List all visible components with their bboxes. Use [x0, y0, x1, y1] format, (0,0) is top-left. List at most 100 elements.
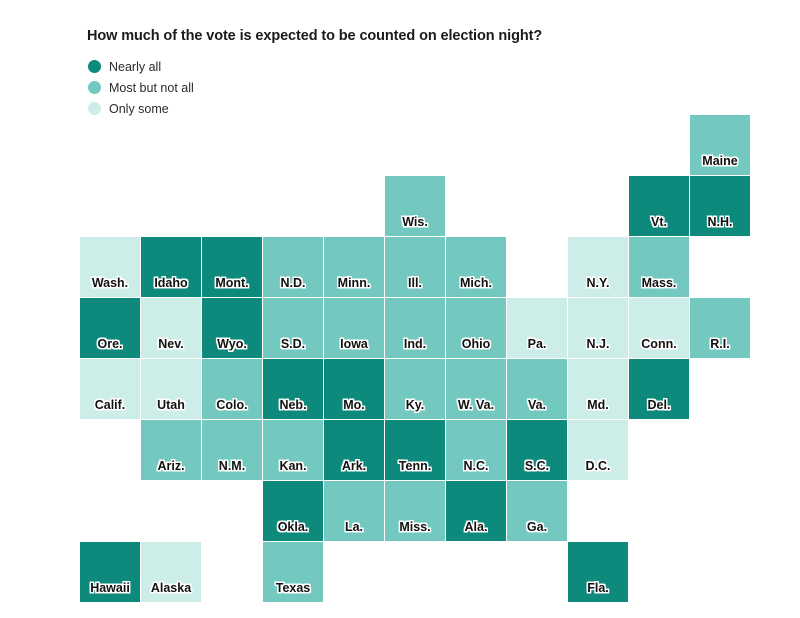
state-label: Idaho — [154, 276, 188, 290]
state-label: Calif. — [94, 398, 126, 412]
state-cell-minn[interactable]: Minn. — [324, 237, 384, 297]
state-label: Del. — [647, 398, 671, 412]
state-cell-n-y[interactable]: N.Y. — [568, 237, 628, 297]
state-label: Kan. — [279, 459, 307, 473]
state-cell-n-c[interactable]: N.C. — [446, 420, 506, 480]
state-cell-s-d[interactable]: S.D. — [263, 298, 323, 358]
state-cell-kan[interactable]: Kan. — [263, 420, 323, 480]
state-cell-d-c[interactable]: D.C. — [568, 420, 628, 480]
state-grid: Maine Wis. Vt. N.H. Wash. Idaho Mont. N.D. Minn.… — [0, 0, 800, 618]
state-label: Tenn. — [398, 459, 432, 473]
state-cell-ariz[interactable]: Ariz. — [141, 420, 201, 480]
state-cell-wis[interactable]: Wis. — [385, 176, 445, 236]
state-cell-conn[interactable]: Conn. — [629, 298, 689, 358]
state-cell-ind[interactable]: Ind. — [385, 298, 445, 358]
state-label: Ind. — [403, 337, 427, 351]
state-label: Iowa — [340, 337, 368, 351]
state-cell-mich[interactable]: Mich. — [446, 237, 506, 297]
state-cell-alaska[interactable]: Alaska — [141, 542, 201, 602]
state-cell-okla[interactable]: Okla. — [263, 481, 323, 541]
state-cell-del[interactable]: Del. — [629, 359, 689, 419]
state-cell-n-h[interactable]: N.H. — [690, 176, 750, 236]
state-label: Ariz. — [157, 459, 185, 473]
state-label: R.I. — [710, 337, 730, 351]
state-cell-nev[interactable]: Nev. — [141, 298, 201, 358]
state-cell-wash[interactable]: Wash. — [80, 237, 140, 297]
state-cell-ohio[interactable]: Ohio — [446, 298, 506, 358]
state-label: N.H. — [707, 215, 733, 229]
state-cell-n-j[interactable]: N.J. — [568, 298, 628, 358]
state-cell-tenn[interactable]: Tenn. — [385, 420, 445, 480]
state-label: La. — [344, 520, 364, 534]
state-label: N.C. — [463, 459, 489, 473]
state-label: Neb. — [279, 398, 307, 412]
state-label: Wis. — [402, 215, 428, 229]
state-label: Utah — [157, 398, 185, 412]
state-cell-s-c[interactable]: S.C. — [507, 420, 567, 480]
state-cell-w-va[interactable]: W. Va. — [446, 359, 506, 419]
state-cell-mass[interactable]: Mass. — [629, 237, 689, 297]
state-label: W. Va. — [457, 398, 495, 412]
state-label: Nev. — [158, 337, 184, 351]
state-cell-mont[interactable]: Mont. — [202, 237, 262, 297]
state-label: Ky. — [405, 398, 425, 412]
state-label: Ga. — [526, 520, 548, 534]
state-label: Fla. — [587, 581, 609, 595]
state-cell-utah[interactable]: Utah — [141, 359, 201, 419]
state-label: Mich. — [460, 276, 492, 290]
state-label: Va. — [527, 398, 547, 412]
state-label: Miss. — [399, 520, 431, 534]
state-label: Ark. — [341, 459, 367, 473]
state-label: Alaska — [150, 581, 192, 595]
state-cell-iowa[interactable]: Iowa — [324, 298, 384, 358]
state-cell-ark[interactable]: Ark. — [324, 420, 384, 480]
state-cell-va[interactable]: Va. — [507, 359, 567, 419]
state-cell-wyo[interactable]: Wyo. — [202, 298, 262, 358]
state-cell-n-m[interactable]: N.M. — [202, 420, 262, 480]
state-cell-ky[interactable]: Ky. — [385, 359, 445, 419]
state-label: Colo. — [216, 398, 248, 412]
state-label: Conn. — [641, 337, 677, 351]
state-cell-ore[interactable]: Ore. — [80, 298, 140, 358]
state-label: Md. — [587, 398, 609, 412]
state-cell-n-d[interactable]: N.D. — [263, 237, 323, 297]
state-label: Minn. — [337, 276, 371, 290]
state-label: Mo. — [343, 398, 365, 412]
state-cell-hawaii[interactable]: Hawaii — [80, 542, 140, 602]
state-label: Vt. — [651, 215, 667, 229]
state-label: Mont. — [215, 276, 249, 290]
state-label: Wash. — [91, 276, 129, 290]
state-cell-pa[interactable]: Pa. — [507, 298, 567, 358]
state-cell-calif[interactable]: Calif. — [80, 359, 140, 419]
state-label: D.C. — [585, 459, 611, 473]
state-cell-ala[interactable]: Ala. — [446, 481, 506, 541]
state-label: N.M. — [218, 459, 246, 473]
state-cell-mo[interactable]: Mo. — [324, 359, 384, 419]
state-label: N.D. — [280, 276, 306, 290]
state-cell-la[interactable]: La. — [324, 481, 384, 541]
state-cell-r-i[interactable]: R.I. — [690, 298, 750, 358]
state-label: Ala. — [464, 520, 488, 534]
state-label: Ill. — [408, 276, 422, 290]
state-cell-ill[interactable]: Ill. — [385, 237, 445, 297]
state-label: Wyo. — [217, 337, 247, 351]
state-label: Pa. — [527, 337, 547, 351]
state-cell-vt[interactable]: Vt. — [629, 176, 689, 236]
state-cell-texas[interactable]: Texas — [263, 542, 323, 602]
state-cell-ga[interactable]: Ga. — [507, 481, 567, 541]
state-cell-fla[interactable]: Fla. — [568, 542, 628, 602]
state-label: Texas — [275, 581, 311, 595]
state-label: N.J. — [586, 337, 610, 351]
state-cell-neb[interactable]: Neb. — [263, 359, 323, 419]
state-label: Mass. — [641, 276, 677, 290]
state-label: S.C. — [524, 459, 550, 473]
state-cell-colo[interactable]: Colo. — [202, 359, 262, 419]
state-cell-miss[interactable]: Miss. — [385, 481, 445, 541]
state-label: S.D. — [280, 337, 306, 351]
state-label: N.Y. — [586, 276, 610, 290]
state-cell-maine[interactable]: Maine — [690, 115, 750, 175]
state-cell-md[interactable]: Md. — [568, 359, 628, 419]
state-label: Hawaii — [90, 581, 130, 595]
state-label: Maine — [702, 154, 738, 168]
state-cell-idaho[interactable]: Idaho — [141, 237, 201, 297]
